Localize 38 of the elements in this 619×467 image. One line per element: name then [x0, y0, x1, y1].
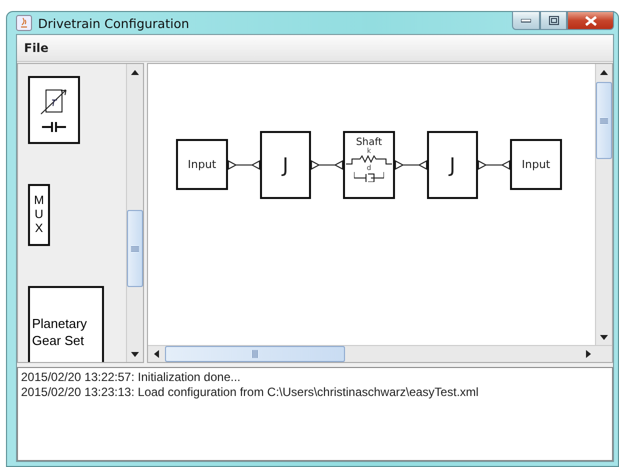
input-node[interactable]: Input — [510, 139, 562, 190]
mux-block[interactable]: MUX — [28, 184, 50, 246]
app-icon — [16, 15, 32, 31]
sensor-block[interactable] — [28, 76, 80, 144]
scroll-thumb[interactable] — [165, 346, 345, 362]
horizontal-scrollbar[interactable] — [148, 345, 612, 362]
vertical-scrollbar[interactable] — [126, 64, 143, 362]
node-label: J — [282, 152, 288, 176]
log-line: 2015/02/20 13:23:13: Load configuration from C:\Users\christinaschwarz\easyTest.xml — [21, 385, 480, 399]
node-label: Input — [522, 158, 550, 171]
maximize-icon — [548, 16, 558, 25]
block-label: Planetary Gear Set — [31, 316, 88, 350]
capacitor-icon — [42, 122, 66, 132]
input-node[interactable]: Input — [176, 139, 228, 190]
scroll-thumb[interactable] — [127, 210, 143, 287]
node-label: Input — [188, 158, 216, 171]
close-icon — [584, 16, 596, 26]
minimize-icon — [521, 18, 531, 22]
node-label: J — [450, 152, 456, 176]
close-button[interactable] — [567, 11, 614, 30]
maximize-button[interactable] — [540, 11, 567, 30]
window-title: Drivetrain Configuration — [38, 16, 190, 30]
connector — [311, 160, 343, 170]
scroll-thumb[interactable] — [596, 82, 612, 159]
log-line: 2015/02/20 13:22:57: Initialization done... — [21, 370, 242, 384]
sensor-icon — [39, 88, 69, 116]
inertia-node[interactable]: J — [260, 130, 311, 198]
block-label: MUX — [33, 194, 45, 236]
node-label: Shaft — [356, 136, 382, 148]
planetary-gear-set-block[interactable]: Planetary Gear Set — [28, 286, 104, 362]
connector — [228, 160, 260, 170]
connector — [395, 160, 427, 170]
damper-icon — [354, 172, 384, 182]
connector — [478, 160, 510, 170]
inertia-node[interactable]: J — [427, 130, 478, 198]
vertical-scrollbar[interactable] — [595, 64, 612, 345]
menu-item[interactable]: File — [17, 41, 56, 55]
minimize-button[interactable] — [512, 11, 540, 30]
